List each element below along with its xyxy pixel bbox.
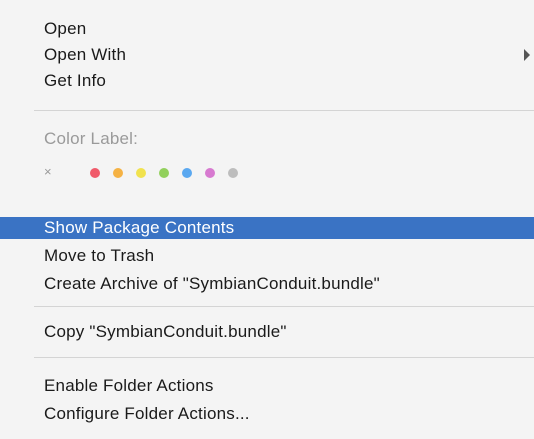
menu-item-label: Configure Folder Actions... bbox=[44, 404, 250, 423]
color-dot-orange[interactable] bbox=[113, 168, 123, 178]
color-dot-yellow[interactable] bbox=[136, 168, 146, 178]
menu-item-label: Show Package Contents bbox=[44, 218, 235, 237]
menu-item-label: Create Archive of "SymbianConduit.bundle… bbox=[44, 274, 380, 293]
color-dot-gray[interactable] bbox=[228, 168, 238, 178]
menu-separator bbox=[34, 306, 534, 307]
color-dot-red[interactable] bbox=[90, 168, 100, 178]
color-dot-purple[interactable] bbox=[205, 168, 215, 178]
submenu-arrow-icon bbox=[524, 49, 530, 61]
menu-item-label: Open bbox=[44, 19, 87, 38]
menu-item-create-archive[interactable]: Create Archive of "SymbianConduit.bundle… bbox=[0, 273, 534, 295]
menu-item-move-to-trash[interactable]: Move to Trash bbox=[0, 245, 534, 267]
color-label-swatches: × bbox=[44, 163, 304, 181]
menu-item-label: Open With bbox=[44, 45, 127, 64]
menu-item-label: Copy "SymbianConduit.bundle" bbox=[44, 322, 287, 341]
menu-item-enable-folder-actions[interactable]: Enable Folder Actions bbox=[0, 375, 534, 397]
menu-item-show-package-contents[interactable]: Show Package Contents bbox=[0, 217, 534, 239]
menu-item-get-info[interactable]: Get Info bbox=[0, 70, 534, 92]
menu-item-copy[interactable]: Copy "SymbianConduit.bundle" bbox=[0, 321, 534, 343]
context-menu: Open Open With Get Info Color Label: × S… bbox=[0, 0, 534, 439]
menu-item-label: Move to Trash bbox=[44, 246, 155, 265]
menu-item-open-with[interactable]: Open With bbox=[0, 44, 534, 66]
menu-item-label: Enable Folder Actions bbox=[44, 376, 214, 395]
menu-item-label: Color Label: bbox=[44, 129, 139, 148]
menu-separator bbox=[34, 110, 534, 111]
menu-item-configure-folder-actions[interactable]: Configure Folder Actions... bbox=[0, 403, 534, 425]
menu-separator bbox=[34, 357, 534, 358]
menu-item-label: Get Info bbox=[44, 71, 107, 90]
color-dot-green[interactable] bbox=[159, 168, 169, 178]
color-dot-blue[interactable] bbox=[182, 168, 192, 178]
clear-color-label-icon[interactable]: × bbox=[44, 163, 52, 181]
menu-item-open[interactable]: Open bbox=[0, 18, 534, 40]
menu-label-color-label: Color Label: bbox=[0, 128, 534, 150]
